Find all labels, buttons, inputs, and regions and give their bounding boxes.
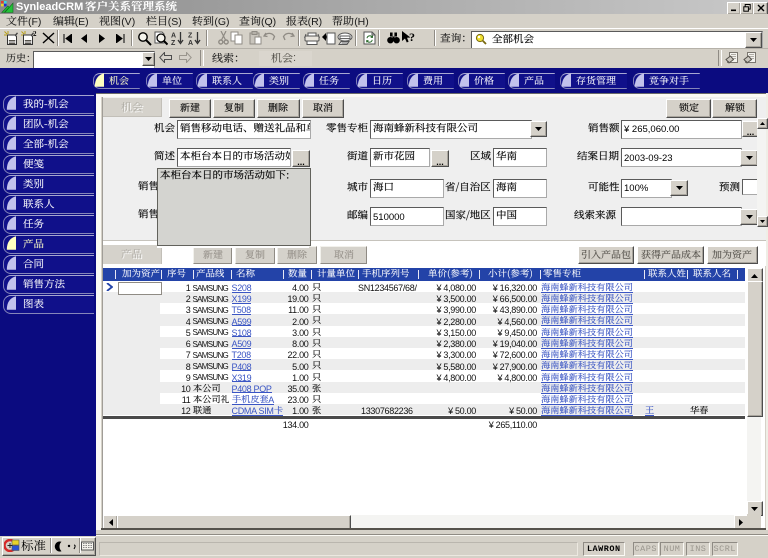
svg-text:A: A: [171, 33, 176, 40]
svg-text:?: ?: [409, 31, 415, 44]
svg-text:A: A: [188, 40, 193, 45]
svg-text:Z: Z: [171, 40, 176, 45]
svg-text:2: 2: [33, 31, 37, 38]
svg-text:Z: Z: [188, 33, 193, 40]
